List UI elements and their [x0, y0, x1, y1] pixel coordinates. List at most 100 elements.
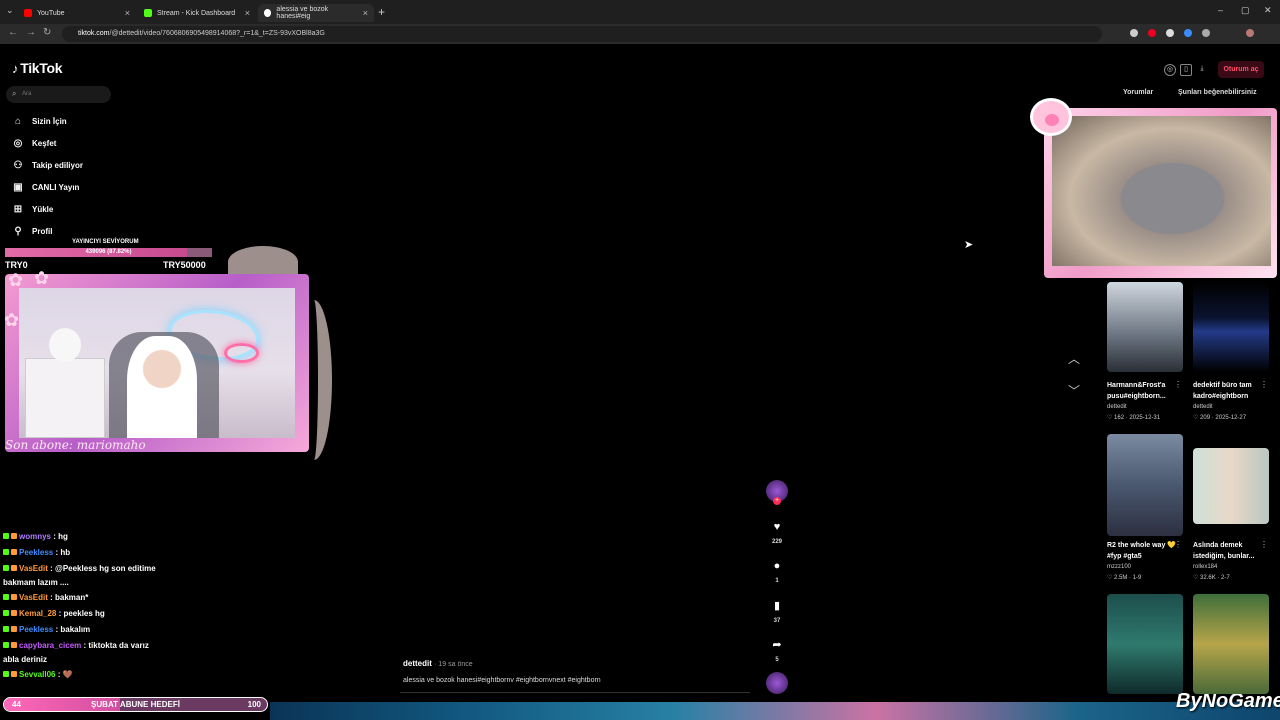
sidebar-item-live[interactable]: ▣ CANLI Yayın — [12, 180, 79, 194]
recommendation-thumbnail[interactable] — [1193, 282, 1269, 372]
device-icon[interactable]: ▯ — [1180, 64, 1192, 76]
sidebar-item-label: CANLI Yayın — [32, 182, 80, 192]
chevron-up-icon[interactable]: ︿ — [1068, 350, 1080, 367]
new-tab-icon[interactable]: + — [378, 5, 385, 19]
chevron-down-icon[interactable]: ﹀ — [1068, 382, 1080, 399]
follow-plus-icon[interactable]: + — [773, 497, 781, 505]
recommendation-thumbnail[interactable] — [1107, 282, 1183, 372]
comment-count: 1 — [775, 578, 779, 584]
recommendation-thumbnail[interactable] — [1193, 594, 1269, 694]
close-icon[interactable]: × — [245, 8, 250, 18]
reload-icon[interactable]: ↻ — [43, 27, 51, 38]
sound-disc-icon[interactable] — [766, 672, 788, 694]
chat-message: Peekless : bakalım — [3, 625, 90, 634]
comment-button[interactable]: ● 1 — [766, 560, 788, 584]
extension-icon[interactable] — [1130, 29, 1138, 37]
compass-icon: ◎ — [13, 137, 23, 149]
tab-list-icon[interactable]: ⌄ — [6, 5, 14, 16]
sidebar-item-upload[interactable]: ⊞ Yükle — [12, 202, 54, 216]
share-count: 5 — [775, 657, 779, 663]
forward-icon[interactable]: → — [26, 27, 36, 38]
recommendation-thumbnail[interactable] — [1107, 434, 1183, 536]
chat-badge-icon — [3, 594, 9, 600]
recommendation-user[interactable]: rollex184 — [1193, 564, 1217, 570]
cat-cam-video — [1052, 116, 1271, 266]
sidebar-item-label: Sizin İçin — [32, 116, 67, 126]
flower-icon: ✿ — [4, 310, 20, 330]
tab-you-may-like[interactable]: Şunları beğenebilirsiniz — [1178, 89, 1257, 96]
sidebar-item-following[interactable]: ⚇ Takip ediliyor — [12, 158, 83, 172]
chat-badge-icon — [3, 565, 9, 571]
recommendation-user[interactable]: mzzz100 — [1107, 564, 1131, 570]
address-bar[interactable]: tiktok.com/@dettedit/video/7606806905498… — [62, 26, 1102, 42]
extension-icon[interactable] — [1166, 29, 1174, 37]
video-progress-bar[interactable] — [400, 692, 750, 693]
extension-icon[interactable] — [1148, 29, 1156, 37]
chat-badge-icon — [3, 671, 9, 677]
chat-badge-icon — [11, 610, 17, 616]
recommendation-stats: ♡ 162 · 2025-12-31 — [1107, 415, 1161, 421]
chat-username: VasEdit — [19, 593, 48, 602]
more-icon[interactable]: ⋮ — [1260, 380, 1268, 389]
recommendation-user[interactable]: dettedit — [1193, 404, 1213, 410]
sidebar-item-for-you[interactable]: ⌂ Sizin İçin — [12, 114, 67, 128]
chat-message: Kemal_28 : peekles hg — [3, 609, 105, 618]
webcam-video — [19, 288, 295, 438]
extension-icon[interactable] — [1184, 29, 1192, 37]
flower-icon: ✿ — [8, 270, 24, 290]
tab-youtube[interactable]: YouTube × — [18, 4, 136, 22]
back-icon[interactable]: ← — [8, 27, 18, 38]
sub-goal-target: 100 — [247, 700, 261, 709]
share-button[interactable]: ➦ 5 — [766, 638, 788, 663]
sidebar-item-label: Takip ediliyor — [32, 160, 83, 170]
chat-message: capybara_cicem : tiktokta da varız — [3, 641, 149, 650]
chat-badge-icon — [3, 549, 9, 555]
save-button[interactable]: ▮ 37 — [766, 599, 788, 624]
chat-username: Peekless — [19, 548, 54, 557]
close-window-icon[interactable]: ✕ — [1264, 5, 1272, 16]
share-icon: ➦ — [772, 639, 782, 651]
chat-message: VasEdit : @Peekless hg son editime — [3, 564, 156, 573]
chat-badge-icon — [11, 626, 17, 632]
recommendation-user[interactable]: dettedit — [1107, 404, 1127, 410]
upload-icon: ⊞ — [13, 203, 23, 215]
like-count: 229 — [771, 539, 782, 545]
cat-tail-decoration — [296, 300, 332, 460]
more-icon[interactable]: ⋮ — [1174, 380, 1182, 389]
download-icon[interactable]: ⤓ — [1196, 64, 1208, 76]
recommendation-thumbnail[interactable] — [1107, 594, 1183, 694]
sidebar-item-profile[interactable]: ⚲ Profil — [12, 224, 52, 238]
tiktok-icon — [264, 9, 272, 17]
more-icon[interactable]: ⋮ — [1174, 540, 1182, 549]
video-author[interactable]: dettedit · 19 sa önce — [403, 659, 473, 668]
recommendation-stats: ♡ 2.5M · 1-9 — [1107, 575, 1142, 581]
chat-badge-icon — [11, 549, 17, 555]
tab-tiktok[interactable]: alessia ve bozok hanesi#eig × — [258, 4, 374, 22]
search-input[interactable]: ⌕ Ara — [6, 86, 111, 103]
extension-icon[interactable] — [1202, 29, 1210, 37]
author-avatar[interactable]: + — [766, 480, 788, 505]
profile-avatar[interactable] — [1246, 29, 1254, 37]
login-button[interactable]: Oturum aç — [1218, 61, 1264, 78]
sidebar-item-explore[interactable]: ◎ Keşfet — [12, 136, 57, 150]
chat-text: : tiktokta da varız — [81, 641, 149, 650]
more-icon[interactable]: ⋮ — [1260, 540, 1268, 549]
coins-icon[interactable]: ◎ — [1164, 64, 1176, 76]
chat-username: Peekless — [19, 625, 54, 634]
chat-message-continuation: bakmam lazım .... — [3, 578, 69, 587]
like-button[interactable]: ♥ 229 — [766, 521, 788, 545]
minimize-icon[interactable]: – — [1218, 5, 1223, 15]
youtube-icon — [24, 9, 32, 17]
maximize-icon[interactable]: ▢ — [1241, 5, 1250, 16]
tab-kick[interactable]: Stream - Kick Dashboard × — [138, 4, 256, 22]
kick-icon — [144, 9, 152, 17]
chat-text: : 🤎 — [55, 670, 73, 679]
close-icon[interactable]: × — [125, 8, 130, 18]
chat-text: : hb — [53, 548, 71, 557]
tab-comments[interactable]: Yorumlar — [1123, 89, 1153, 96]
chat-text: : hg — [51, 532, 68, 541]
close-icon[interactable]: × — [363, 8, 368, 18]
tiktok-logo[interactable]: ♪ TikTok — [12, 60, 63, 76]
chat-message: womnys : hg — [3, 532, 68, 541]
recommendation-thumbnail[interactable] — [1193, 448, 1269, 524]
